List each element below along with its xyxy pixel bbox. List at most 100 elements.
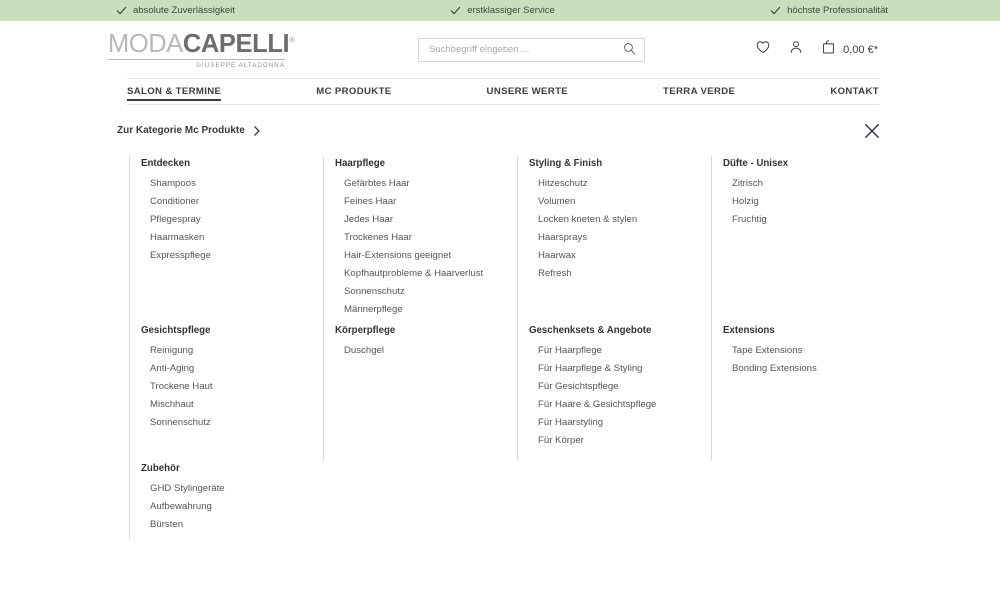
category-link[interactable]: Für Haarstyling [538,414,711,432]
bag-icon [821,39,836,60]
category-link[interactable]: Conditioner [150,193,323,211]
category-link[interactable]: Pflegespray [150,211,323,229]
category-title[interactable]: Zubehör [141,461,323,474]
logo-divider [108,59,285,61]
search-box[interactable] [418,37,646,62]
category-link[interactable]: Für Gesichtspflege [538,378,711,396]
category-link[interactable]: Duschgel [344,342,517,360]
category-column-geschenksets-angebote: Geschenksets & Angebote Für Haarpflege F… [517,323,711,461]
category-link[interactable]: Aufbewahrung [150,498,323,516]
category-column-zubehoer: Zubehör GHD Stylingeräte Aufbewahrung Bü… [129,461,323,539]
search-input[interactable] [429,44,623,55]
usp-item-3: höchste Professionalität [770,5,888,16]
category-link[interactable]: Mischhaut [150,396,323,414]
search-button[interactable] [622,42,637,58]
check-icon [116,5,127,16]
breadcrumb[interactable]: Zur Kategorie Mc Produkte [112,125,261,136]
category-link[interactable]: Zitrisch [732,175,905,193]
category-title[interactable]: Entdecken [141,156,323,169]
category-title[interactable]: Gesichtspflege [141,323,323,336]
category-title[interactable]: Haarpflege [335,156,517,169]
category-link[interactable]: Haarsprays [538,229,711,247]
category-link[interactable]: Hitzeschutz [538,175,711,193]
search-icon [623,42,636,58]
heart-icon [755,39,771,60]
nav-item-unsere-werte[interactable]: UNSERE WERTE [487,79,569,104]
nav-item-salon-termine[interactable]: SALON & TERMINE [127,79,222,104]
category-column-duefte-unisex: Düfte - Unisex Zitrisch Holzig Fruchtig [711,156,905,323]
nav-item-mc-produkte[interactable]: MC PRODUKTE [316,79,391,104]
category-link[interactable]: Fruchtig [732,211,905,229]
logo-capelli: CAPELLI [182,29,290,58]
category-item-list: Duschgel [335,342,517,360]
category-link[interactable]: Bonding Extensions [732,360,905,378]
category-link[interactable]: Sonnenschutz [150,414,323,432]
check-icon [770,5,781,16]
category-link[interactable]: Locken kneten & stylen [538,211,711,229]
category-link[interactable]: Für Körper [538,432,711,450]
category-link[interactable]: Anti-Aging [150,360,323,378]
category-link[interactable]: Trockenes Haar [344,229,517,247]
usp-item-2: erstklassiger Service [450,5,555,16]
category-link[interactable]: Bürsten [150,516,323,534]
category-item-list: Hitzeschutz Volumen Locken kneten & styl… [529,175,711,283]
usp-label-2: erstklassiger Service [467,5,555,16]
logo[interactable]: MODACAPELLI® GIUSEPPE ALTADONNA [108,29,308,69]
usp-label-3: höchste Professionalität [787,5,888,16]
main-navigation: SALON & TERMINE MC PRODUKTE UNSERE WERTE… [127,78,879,105]
category-link[interactable]: Trockene Haut [150,378,323,396]
category-link[interactable]: Haarmasken [150,229,323,247]
category-title[interactable]: Düfte - Unisex [723,156,905,169]
nav-item-kontakt[interactable]: KONTAKT [830,79,879,104]
category-link[interactable]: Feines Haar [344,193,517,211]
category-link[interactable]: Refresh [538,265,711,283]
category-column-spacer [517,461,711,539]
category-link[interactable]: Tape Extensions [732,342,905,360]
category-item-list: Shampoos Conditioner Pflegespray Haarmas… [141,175,323,265]
category-item-list: Tape Extensions Bonding Extensions [723,342,905,378]
account-button[interactable] [788,39,804,60]
category-link[interactable]: Kopfhautprobleme & Haarverlust [344,265,517,283]
close-flyout-button[interactable] [864,123,880,142]
category-grid: Entdecken Shampoos Conditioner Pflegespr… [112,156,879,539]
category-column-koerperpflege: Körperpflege Duschgel [323,323,517,461]
category-title[interactable]: Styling & Finish [529,156,711,169]
main-navigation-wrapper: SALON & TERMINE MC PRODUKTE UNSERE WERTE… [0,78,1000,105]
cart-amount: 0,00 €* [843,43,878,56]
site-header: MODACAPELLI® GIUSEPPE ALTADONNA Suchbegr… [0,21,1000,78]
category-link[interactable]: Gefärbtes Haar [344,175,517,193]
breadcrumb-label: Zur Kategorie Mc Produkte [117,125,245,136]
logo-wordmark: MODACAPELLI® [108,29,308,58]
registered-trademark-icon: ® [289,35,295,45]
category-link[interactable]: Für Haarpflege [538,342,711,360]
category-link[interactable]: Männerpflege [344,301,517,319]
close-icon [864,123,880,142]
category-link[interactable]: Sonnenschutz [344,283,517,301]
cart-button[interactable]: 0,00 €* [821,39,878,60]
category-column-spacer [323,461,517,539]
category-column-extensions: Extensions Tape Extensions Bonding Exten… [711,323,905,461]
category-link[interactable]: Holzig [732,193,905,211]
category-title[interactable]: Körperpflege [335,323,517,336]
category-link[interactable]: Jedes Haar [344,211,517,229]
check-icon [450,5,461,16]
category-link[interactable]: Hair-Extensions geeignet [344,247,517,265]
category-link[interactable]: Expresspflege [150,247,323,265]
mega-menu-flyout: Zur Kategorie Mc Produkte Entdecken Sham… [0,105,1000,539]
category-link[interactable]: Für Haare & Gesichtspflege [538,396,711,414]
category-link[interactable]: Reinigung [150,342,323,360]
nav-item-terra-verde[interactable]: TERRA VERDE [663,79,735,104]
category-link[interactable]: Volumen [538,193,711,211]
category-link[interactable]: Für Haarpflege & Styling [538,360,711,378]
category-link[interactable]: Haarwax [538,247,711,265]
category-title[interactable]: Geschenksets & Angebote [529,323,711,336]
wishlist-button[interactable] [755,39,771,60]
search-area [308,37,755,62]
category-link[interactable]: GHD Stylingeräte [150,480,323,498]
category-title[interactable]: Extensions [723,323,905,336]
category-column-gesichtspflege: Gesichtspflege Reinigung Anti-Aging Troc… [129,323,323,461]
category-column-spacer [711,461,905,539]
category-item-list: Gefärbtes Haar Feines Haar Jedes Haar Tr… [335,175,517,319]
category-link[interactable]: Shampoos [150,175,323,193]
logo-moda: MODA [108,29,183,58]
